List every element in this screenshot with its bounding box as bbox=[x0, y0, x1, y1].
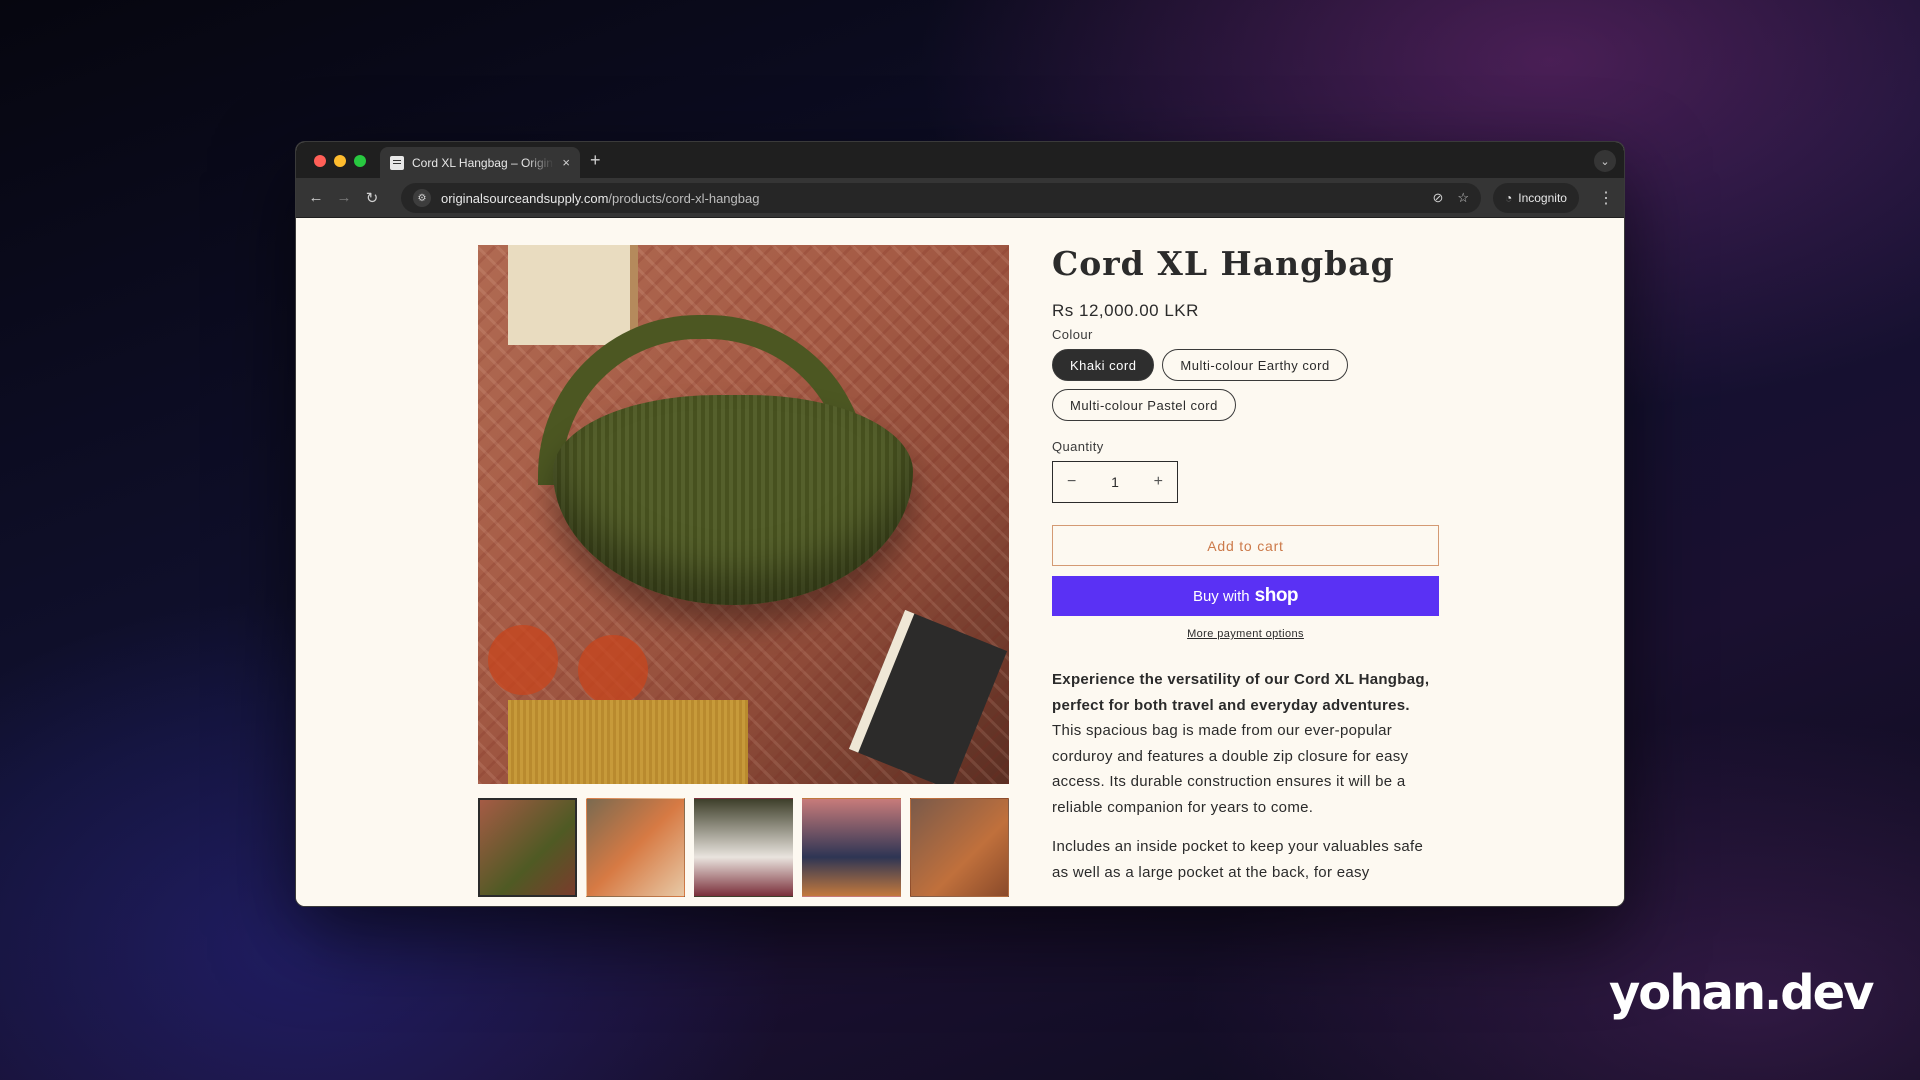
maximize-window-button[interactable] bbox=[354, 155, 366, 167]
incognito-label: Incognito bbox=[1518, 191, 1567, 205]
close-window-button[interactable] bbox=[314, 155, 326, 167]
decrease-quantity-button[interactable]: − bbox=[1067, 473, 1076, 491]
buy-with-shop-button[interactable]: Buy with shop bbox=[1052, 576, 1439, 616]
product-main-image[interactable] bbox=[478, 245, 1009, 784]
omnibox-icons: ⊘ ☆ bbox=[1432, 190, 1469, 206]
bookmark-star-icon[interactable]: ☆ bbox=[1457, 190, 1469, 206]
thumbnail-5[interactable] bbox=[910, 798, 1009, 897]
url-domain: originalsourceandsupply.com bbox=[441, 190, 609, 206]
quantity-label: Quantity bbox=[1052, 439, 1104, 454]
mustard-pouch bbox=[508, 700, 748, 784]
tab-close-icon[interactable]: × bbox=[562, 155, 570, 170]
title-bar: Cord XL Hangbag – Original Source and Su… bbox=[296, 142, 1624, 178]
framed-print bbox=[508, 245, 638, 345]
new-tab-button[interactable]: + bbox=[590, 151, 601, 169]
browser-toolbar: ← → ↻ ⚙ originalsourceandsupply.com/prod… bbox=[296, 178, 1624, 218]
thumbnail-2[interactable] bbox=[586, 798, 685, 897]
thumbnail-strip bbox=[478, 798, 1009, 897]
description-body: This spacious bag is made from our ever-… bbox=[1052, 722, 1409, 816]
incognito-badge[interactable]: ◔ Incognito bbox=[1493, 183, 1579, 213]
address-bar[interactable]: ⚙ originalsourceandsupply.com/products/c… bbox=[401, 183, 1481, 213]
product-description: Experience the versatility of our Cord X… bbox=[1052, 667, 1442, 820]
product-price: Rs 12,000.00 LKR bbox=[1052, 301, 1199, 320]
quantity-stepper: − 1 + bbox=[1052, 461, 1178, 503]
colour-label: Colour bbox=[1052, 327, 1093, 342]
add-to-cart-button[interactable]: Add to cart bbox=[1052, 525, 1439, 566]
product-info: Cord XL Hangbag Rs 12,000.00 LKR Colour … bbox=[1052, 218, 1442, 885]
more-payment-options-link[interactable]: More payment options bbox=[1052, 628, 1439, 640]
site-info-icon[interactable]: ⚙ bbox=[413, 189, 431, 207]
thumbnail-4[interactable] bbox=[802, 798, 901, 897]
forward-button[interactable]: → bbox=[330, 184, 358, 212]
quantity-input[interactable]: 1 bbox=[1111, 474, 1119, 490]
tab-title: Cord XL Hangbag – Original Source and Su… bbox=[412, 155, 554, 170]
tracking-protection-icon[interactable]: ⊘ bbox=[1432, 190, 1443, 206]
reload-button[interactable]: ↻ bbox=[358, 184, 386, 212]
window-controls bbox=[314, 155, 366, 167]
colour-options: Khaki cord Multi-colour Earthy cord Mult… bbox=[1052, 349, 1442, 421]
thumbnail-1[interactable] bbox=[478, 798, 577, 897]
incognito-icon: ◔ bbox=[1505, 191, 1513, 205]
colour-option-pastel[interactable]: Multi-colour Pastel cord bbox=[1052, 389, 1236, 421]
url-text[interactable]: originalsourceandsupply.com/products/cor… bbox=[441, 191, 1422, 206]
browser-menu-icon[interactable]: ⋮ bbox=[1598, 188, 1614, 208]
minimize-window-button[interactable] bbox=[334, 155, 346, 167]
url-path: /products/cord-xl-hangbag bbox=[608, 190, 760, 206]
product-description-2: Includes an inside pocket to keep your v… bbox=[1052, 838, 1424, 881]
browser-tab[interactable]: Cord XL Hangbag – Original Source and Su… bbox=[380, 147, 580, 178]
buy-with-label: Buy with bbox=[1192, 587, 1250, 605]
shop-logo: shop bbox=[1254, 585, 1299, 606]
back-button[interactable]: ← bbox=[302, 184, 330, 212]
tab-search-button[interactable]: ⌄ bbox=[1594, 150, 1616, 172]
product-page: Cord XL Hangbag Rs 12,000.00 LKR Colour … bbox=[296, 218, 1624, 906]
browser-window: Cord XL Hangbag – Original Source and Su… bbox=[295, 141, 1625, 907]
increase-quantity-button[interactable]: + bbox=[1154, 473, 1163, 491]
favicon-icon bbox=[390, 155, 404, 170]
description-highlight: Experience the versatility of our Cord X… bbox=[1052, 671, 1430, 714]
product-title: Cord XL Hangbag bbox=[1052, 244, 1395, 283]
thumbnail-3[interactable] bbox=[694, 798, 793, 897]
colour-option-khaki[interactable]: Khaki cord bbox=[1052, 349, 1155, 381]
watermark-logo: yohan.dev bbox=[1609, 965, 1874, 1021]
sunglasses bbox=[488, 625, 558, 695]
colour-option-earthy[interactable]: Multi-colour Earthy cord bbox=[1162, 349, 1348, 381]
